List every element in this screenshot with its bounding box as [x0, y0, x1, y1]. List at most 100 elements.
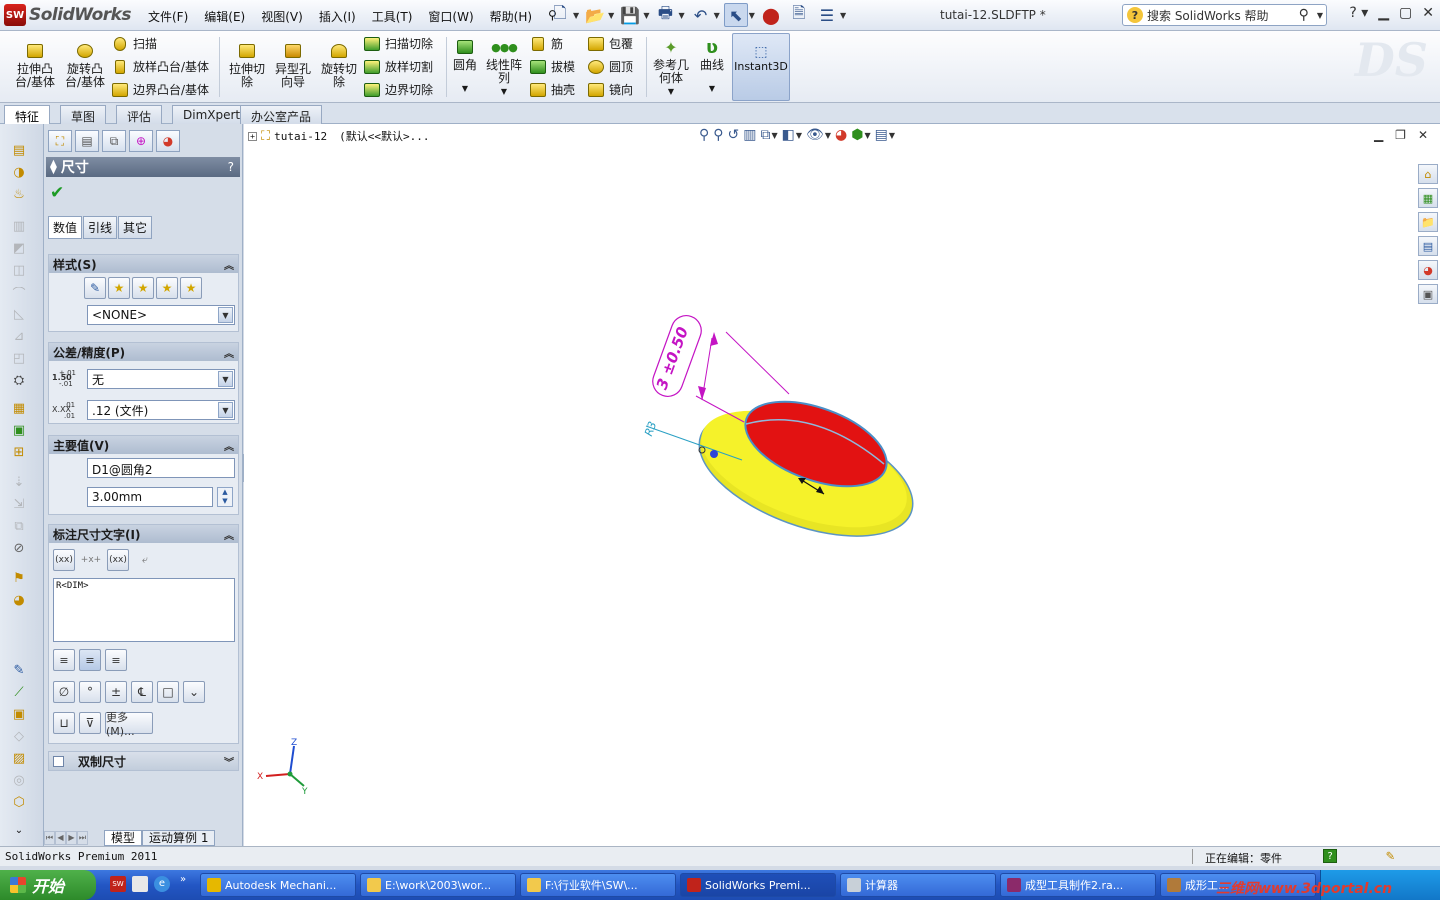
primary-value-group-header[interactable]: 主要值(V) ︽ — [49, 436, 238, 454]
tab-sketch[interactable]: 草图 — [60, 105, 107, 124]
maximize-icon[interactable]: ▢ — [1399, 5, 1412, 21]
fillet-button[interactable]: 圆角 ▼ — [448, 37, 482, 95]
collapse-icon[interactable]: ︽ — [224, 527, 234, 542]
more-symbols-button[interactable]: 更多(M)... — [105, 711, 153, 738]
display-manager-tab-icon[interactable]: ◕ — [156, 130, 180, 152]
app-logo[interactable]: SW SolidWorks — [4, 4, 132, 26]
file-explorer-icon[interactable]: 📁 — [1418, 212, 1438, 232]
draft-button[interactable]: 拔模 — [530, 58, 575, 75]
collapse-icon[interactable]: ︽ — [224, 257, 234, 272]
menu-tools[interactable]: 工具(T) — [364, 6, 421, 27]
minimize-icon[interactable]: ▁ — [1378, 5, 1389, 21]
shell-button[interactable]: 抽壳 — [530, 81, 575, 98]
menu-insert[interactable]: 插入(I) — [311, 6, 364, 27]
wrap-button[interactable]: 包覆 — [588, 35, 633, 52]
dimension-value-field[interactable]: 3.00mm — [87, 487, 213, 507]
reference-plane-icon[interactable]: ◇ — [10, 728, 28, 744]
property-manager-tab-icon[interactable]: ▤ — [75, 130, 99, 152]
reference-geometry-dropdown-icon[interactable]: ▼ — [650, 85, 692, 98]
depth-symbol-icon[interactable]: ⊽ — [79, 712, 101, 734]
rib-button[interactable]: 筋 — [530, 35, 563, 52]
menu-view[interactable]: 视图(V) — [253, 6, 311, 27]
search-icon[interactable]: ⚲ — [1299, 7, 1309, 23]
expand-icon[interactable]: ︾ — [224, 754, 234, 769]
value-spin-buttons[interactable]: ▲ ▼ — [217, 487, 233, 507]
load-style-icon[interactable]: ★ — [180, 277, 202, 299]
centerline-symbol-icon[interactable]: ℄ — [131, 681, 153, 703]
options-icon[interactable]: ☰ — [815, 3, 839, 27]
loft-boss-button[interactable]: 放样凸台/基体 — [112, 58, 209, 75]
split-icon[interactable]: ⇣ — [10, 474, 28, 490]
taskbar-item-folder-software[interactable]: F:\行业软件\SW\... — [520, 873, 676, 897]
swept-cut-button[interactable]: 扫描切除 — [364, 35, 433, 52]
dome-button[interactable]: 圆顶 — [588, 58, 633, 75]
plus-minus-symbol-icon[interactable]: ± — [105, 681, 127, 703]
linear-pattern-button[interactable]: ●●● 线性阵 列 ▼ — [484, 37, 524, 98]
style-select[interactable]: <NONE> ▼ — [87, 305, 235, 325]
dual-dimension-header[interactable]: 双制尺寸 ︾ — [49, 752, 238, 770]
tab-office-products[interactable]: 办公室产品 — [240, 105, 323, 124]
apply-default-style-icon[interactable]: ✎ — [84, 277, 106, 299]
help-menu-icon[interactable]: ? ▾ — [1349, 5, 1368, 21]
mirror-icon[interactable]: ▣ — [10, 422, 28, 438]
dimxpert-manager-tab-icon[interactable]: ⊕ — [129, 130, 153, 152]
revolve-icon[interactable]: ◑ — [10, 164, 28, 180]
tab-evaluate[interactable]: 评估 — [116, 105, 163, 124]
flex-icon[interactable]: ⚑ — [10, 570, 28, 586]
model-canvas[interactable]: 3 ±0.50 R3 Z X Y — [244, 124, 1440, 846]
boundary-boss-button[interactable]: 边界凸台/基体 — [112, 81, 209, 98]
fillet-dropdown-icon[interactable]: ▼ — [448, 82, 482, 95]
collapse-icon[interactable]: ︽ — [224, 345, 234, 360]
quicklaunch-browser-icon[interactable]: e — [154, 876, 170, 892]
close-icon[interactable]: ✕ — [1422, 5, 1434, 21]
lofted-cut-button[interactable]: 放样切割 — [364, 58, 433, 75]
dome-icon[interactable]: ⊞ — [10, 444, 28, 460]
rib-icon[interactable]: ⊿ — [10, 328, 28, 344]
tab-model[interactable]: 模型 — [104, 829, 143, 846]
sweep-button[interactable]: 扫描 — [112, 35, 157, 52]
save-icon[interactable]: 💾 — [618, 3, 642, 27]
appearances-icon[interactable]: ◕ — [1418, 260, 1438, 280]
square-symbol-icon[interactable]: □ — [157, 681, 179, 703]
curves-dropdown-icon[interactable]: ▼ — [696, 82, 728, 95]
tab-value[interactable]: 数值 — [48, 216, 83, 239]
offset-text-icon[interactable]: ⤶ — [134, 549, 156, 571]
dimension-text-group-header[interactable]: 标注尺寸文字(I) ︽ — [49, 525, 238, 543]
open-folder-icon[interactable]: 📂 — [583, 3, 607, 27]
menu-edit[interactable]: 编辑(E) — [196, 6, 253, 27]
graphics-area[interactable]: + ⛶ tutai-12 (默认<<默认>... ⚲ ⚲ ↺ ▥ ⧉ ▼ ◧ ▼ 👁… — [244, 124, 1440, 846]
help-search-input[interactable]: 搜索 SolidWorks 帮助 — [1147, 7, 1269, 24]
ok-checkmark-button[interactable]: ✔ — [50, 183, 64, 203]
move-face-icon[interactable]: ⇲ — [10, 496, 28, 512]
tolerance-type-select[interactable]: 无 ▼ — [87, 369, 235, 389]
chamfer-icon[interactable]: ◺ — [10, 306, 28, 322]
loft-icon[interactable]: ▥ — [10, 218, 28, 234]
tab-features[interactable]: 特征 — [4, 105, 51, 124]
tab-other[interactable]: 其它 — [118, 216, 153, 239]
extruded-boss-button[interactable]: 拉伸凸 台/基体 — [12, 41, 58, 89]
tab-motion-study-1[interactable]: 运动算例 1 — [142, 829, 216, 846]
more-symbols-dropdown-icon[interactable]: ⌄ — [183, 681, 205, 703]
add-style-icon[interactable]: ★ — [108, 277, 130, 299]
pattern-icon[interactable]: ▦ — [10, 400, 28, 416]
surface-icon[interactable]: ▨ — [10, 750, 28, 766]
3d-sketch-icon[interactable]: ✎ — [10, 662, 28, 678]
align-left-icon[interactable]: ≡ — [53, 649, 75, 671]
taskbar-item-calculator[interactable]: 计算器 — [840, 873, 996, 897]
radius-label[interactable]: R3 — [642, 420, 659, 438]
tolerance-group-header[interactable]: 公差/精度(P) ︽ — [49, 343, 238, 361]
view-palette-icon[interactable]: ▤ — [1418, 236, 1438, 256]
taskbar-item-rar[interactable]: 成型工具制作2.ra... — [1000, 873, 1156, 897]
pm-help-button[interactable]: ? — [228, 160, 234, 174]
mirror-button[interactable]: 镜向 — [588, 81, 633, 98]
add-parentheses-icon[interactable]: (xx) — [53, 549, 75, 571]
status-help-icon[interactable]: ? — [1323, 849, 1337, 863]
feature-manager-tab-icon[interactable]: ⛶ — [48, 130, 72, 152]
next-tab-arrow-icon[interactable]: ▶ — [66, 830, 77, 845]
diameter-symbol-icon[interactable]: ∅ — [53, 681, 75, 703]
help-search-box[interactable]: ? 搜索 SolidWorks 帮助 ⚲ ▼ — [1122, 4, 1327, 26]
curve-icon[interactable]: ◎ — [10, 772, 28, 788]
last-tab-arrow-icon[interactable]: ⏭ — [77, 830, 88, 845]
inspection-dimension-icon[interactable]: (xx) — [107, 549, 129, 571]
quicklaunch-solidworks-icon[interactable]: SW — [110, 876, 126, 892]
